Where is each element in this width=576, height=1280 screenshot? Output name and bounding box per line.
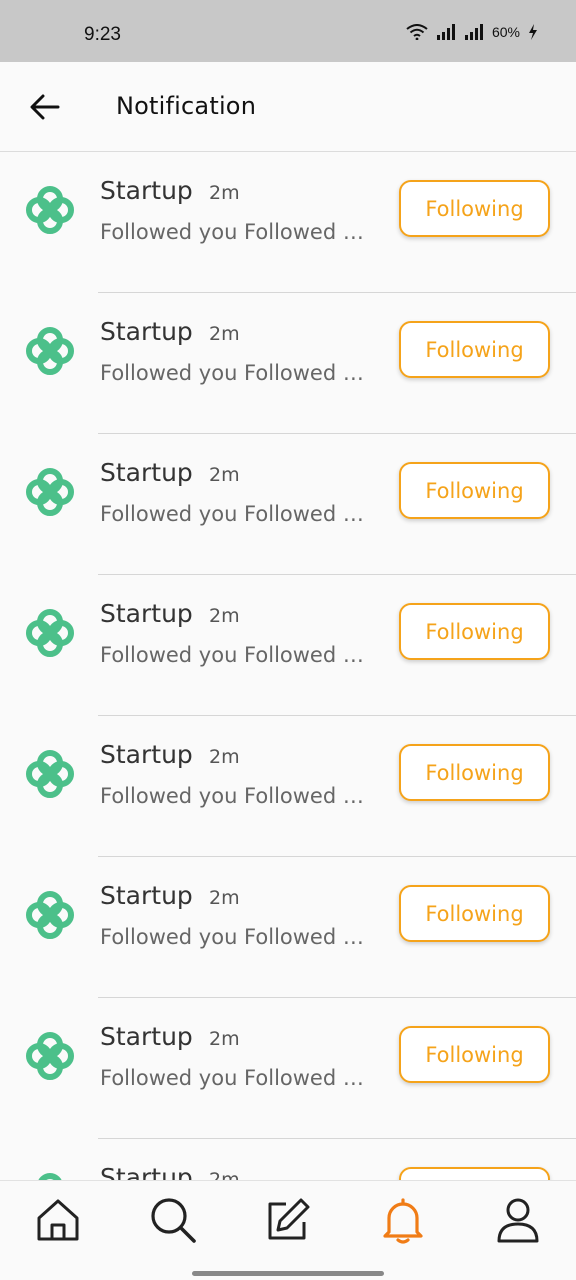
wifi-icon: [406, 24, 428, 40]
following-button[interactable]: Following: [399, 321, 550, 378]
following-button[interactable]: Following: [399, 885, 550, 942]
home-icon: [37, 1199, 79, 1241]
search-icon: [151, 1198, 196, 1243]
notification-name: Startup: [100, 740, 193, 769]
page-title: Notification: [116, 92, 257, 120]
notification-name: Startup: [100, 458, 193, 487]
bottom-nav: [0, 1180, 576, 1280]
startup-logo-icon: [24, 325, 76, 377]
startup-logo-icon: [24, 1030, 76, 1082]
edit-icon: [268, 1198, 310, 1240]
notification-time: 2m: [209, 182, 240, 204]
notification-row[interactable]: Startup 2m Followed you Followed you Follow…: [0, 293, 576, 434]
notification-time: 2m: [209, 323, 240, 345]
notification-message: Followed you Followed you: [100, 361, 372, 385]
notification-row[interactable]: Startup 2m Followed you Followed you Follow…: [0, 857, 576, 998]
notification-list: Startup 2m Followed you Followed you Follow…: [0, 152, 576, 1180]
nav-profile[interactable]: [493, 1195, 543, 1245]
notification-row[interactable]: Startup 2m Followed you Followed you Follow…: [0, 998, 576, 1139]
nav-home[interactable]: [33, 1195, 83, 1245]
notification-time: 2m: [209, 1169, 240, 1180]
notification-name: Startup: [100, 599, 193, 628]
startup-logo-icon: [24, 889, 76, 941]
notification-message: Followed you Followed you: [100, 220, 372, 244]
notification-time: 2m: [209, 746, 240, 768]
startup-logo-icon: [24, 466, 76, 518]
back-button[interactable]: [28, 90, 62, 124]
nav-search[interactable]: [148, 1195, 198, 1245]
startup-logo-icon: [24, 607, 76, 659]
signal-icon: [436, 24, 455, 40]
notification-message: Followed you Followed you: [100, 502, 372, 526]
notification-time: 2m: [209, 887, 240, 909]
startup-logo-icon: [24, 184, 76, 236]
status-time: 9:23: [84, 24, 121, 45]
following-button[interactable]: Following: [399, 603, 550, 660]
notification-row[interactable]: Startup2mFollowed you Followed youFollow…: [0, 1139, 576, 1180]
notification-row[interactable]: Startup 2m Followed you Followed you Follow…: [0, 716, 576, 857]
notification-name: Startup: [100, 1022, 193, 1051]
following-button[interactable]: Following: [399, 1026, 550, 1083]
startup-logo-icon: [24, 1171, 76, 1180]
signal-icon-2: [464, 24, 483, 40]
home-indicator[interactable]: [192, 1271, 384, 1276]
following-button[interactable]: Following: [399, 1167, 550, 1180]
nav-edit[interactable]: [263, 1195, 313, 1245]
bell-icon: [383, 1198, 423, 1244]
status-icons: 60%: [406, 24, 538, 40]
battery-percent: 60%: [491, 24, 520, 40]
notification-name: Startup: [100, 317, 193, 346]
notification-row[interactable]: Startup 2m Followed you Followed you Follow…: [0, 152, 576, 293]
app-header: Notification: [0, 62, 576, 152]
notification-row[interactable]: Startup 2m Followed you Followed you Follow…: [0, 434, 576, 575]
notification-message: Followed you Followed you: [100, 925, 372, 949]
notification-name: Startup: [100, 1163, 193, 1180]
notification-row[interactable]: Startup 2m Followed you Followed you Follow…: [0, 575, 576, 716]
charging-icon: [529, 24, 537, 40]
status-bar: 9:23 60%: [0, 0, 576, 62]
notification-time: 2m: [209, 1028, 240, 1050]
following-button[interactable]: Following: [399, 180, 550, 237]
notification-name: Startup: [100, 176, 193, 205]
notification-message: Followed you Followed you: [100, 1066, 372, 1090]
profile-icon: [497, 1198, 539, 1243]
nav-notifications[interactable]: [378, 1195, 428, 1245]
notification-message: Followed you Followed you: [100, 784, 372, 808]
following-button[interactable]: Following: [399, 744, 550, 801]
notification-time: 2m: [209, 464, 240, 486]
notification-message: Followed you Followed you: [100, 643, 372, 667]
following-button[interactable]: Following: [399, 462, 550, 519]
notification-name: Startup: [100, 881, 193, 910]
startup-logo-icon: [24, 748, 76, 800]
notification-time: 2m: [209, 605, 240, 627]
arrow-left-icon: [30, 94, 60, 120]
